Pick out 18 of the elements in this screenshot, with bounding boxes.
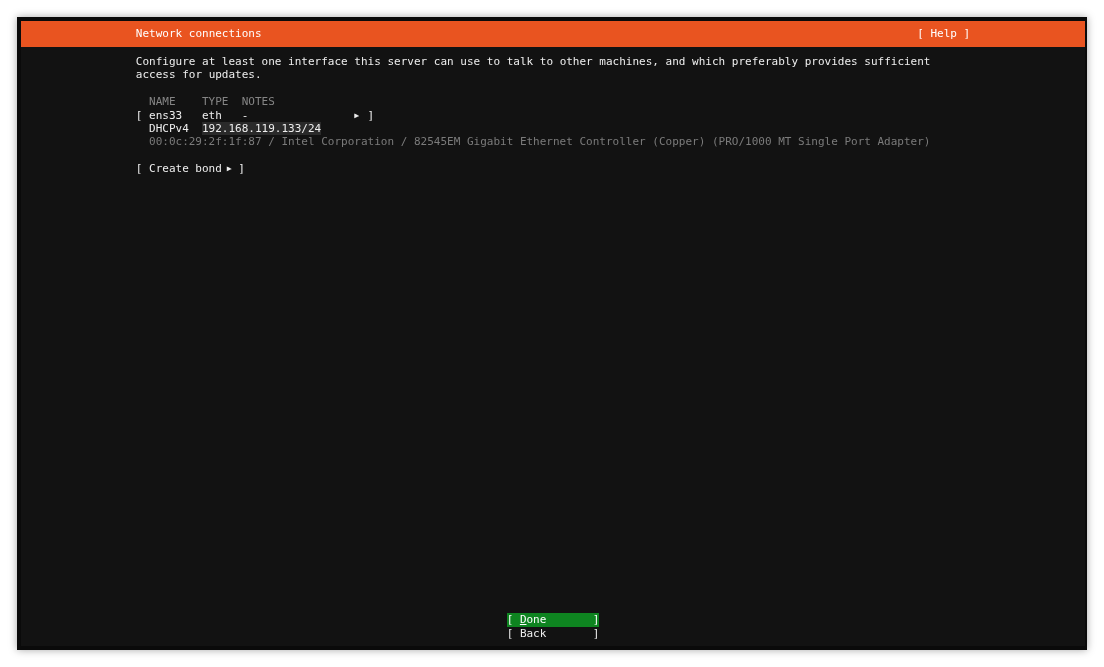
screen-title: Network connections [135,27,262,41]
column-header: NOTES [241,95,275,109]
interface-name[interactable]: ens33 [149,108,183,122]
interface-notes: - [241,108,249,122]
column-header: NAME [149,95,176,109]
column-header: TYPE [202,95,229,109]
instructions-text: Configure at least one interface this server can use to talk to other machines, and which preferably provides sufficient access for updates. [135,55,932,82]
device-description: 00:0c:29:2f:1f:87 / Intel Corporation / 82545EM Gigabit Ethernet Controller (Copper) (PRO/1000 MT Single Port Adapter) [149,135,931,149]
row-bracket: ] [367,108,375,122]
action-button[interactable]: [ Back ] [506,626,600,640]
create-bond-button[interactable]: [ Create bond ▶ ] [135,162,245,176]
ip-address: 192.168.119.133/24 [202,122,322,136]
action-button[interactable]: [ Done ] [506,613,600,627]
arrow-icon[interactable]: ▶ [354,108,360,122]
help-button[interactable]: [ Help ] [917,27,971,41]
interface-type: eth [202,108,222,122]
address-method: DHCPv4 [149,122,189,136]
row-bracket: [ [135,108,143,122]
